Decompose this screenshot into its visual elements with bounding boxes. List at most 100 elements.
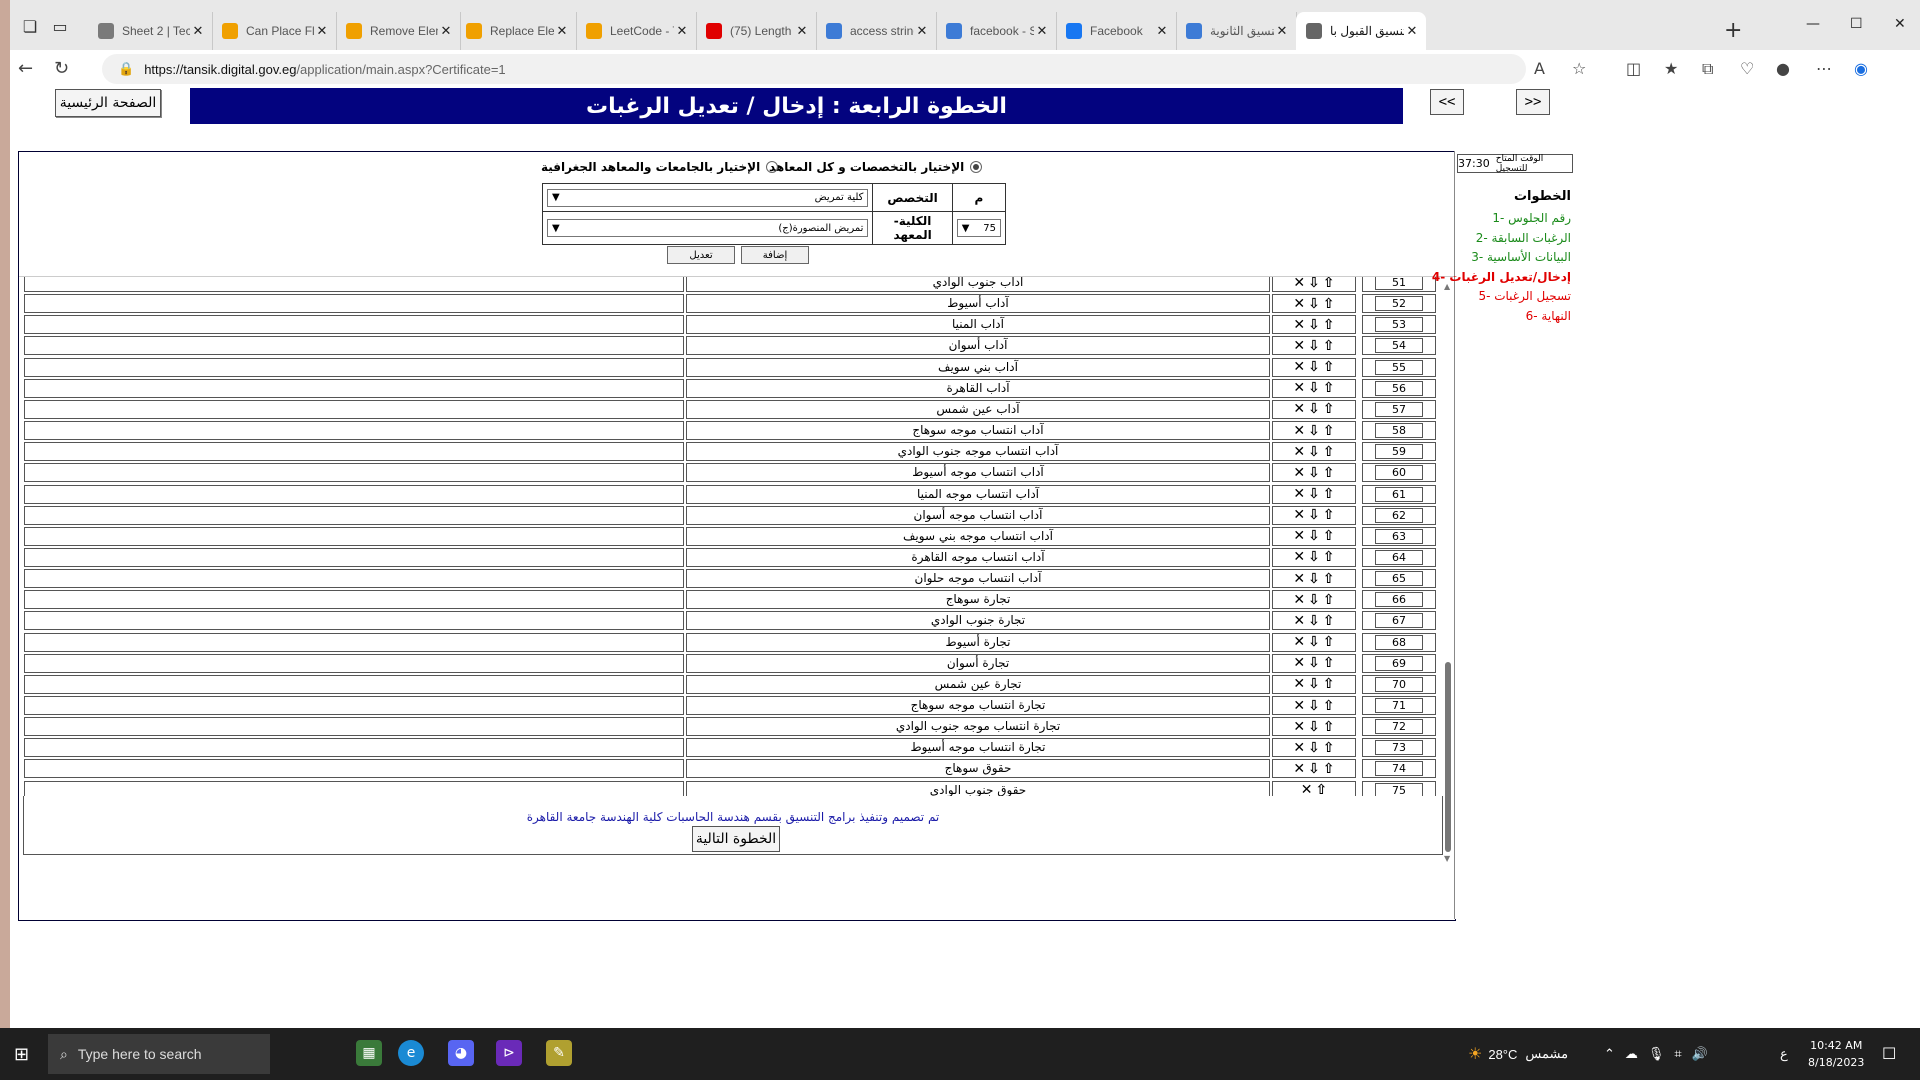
network-icon[interactable]: ⌗ [1674,1046,1681,1062]
chevron-up-icon[interactable]: ⌃ [1604,1046,1615,1062]
tab-close-icon[interactable]: ✕ [674,23,690,39]
move-down-icon[interactable]: ⇩ [1308,444,1320,460]
wish-number[interactable]: 74 [1375,761,1423,777]
move-down-icon[interactable]: ⇩ [1308,465,1320,481]
move-down-icon[interactable]: ⇩ [1308,507,1320,523]
delete-icon[interactable]: ✕ [1293,740,1305,756]
wish-number[interactable]: 53 [1375,317,1423,333]
favorite-star-icon[interactable]: ☆ [1572,59,1586,78]
step-item-2[interactable]: 2- الرغبات السابقة [1476,231,1571,245]
tab-close-icon[interactable]: ✕ [1034,23,1050,39]
app-icon[interactable]: ✎ [546,1040,572,1066]
move-down-icon[interactable]: ⇩ [1308,486,1320,502]
delete-icon[interactable]: ✕ [1293,317,1305,333]
tab-close-icon[interactable]: ✕ [914,23,930,39]
delete-icon[interactable]: ✕ [1293,528,1305,544]
collections-icon[interactable]: ⧉ [1702,59,1713,79]
move-down-icon[interactable]: ⇩ [1308,592,1320,608]
step-item-4[interactable]: 4- إدخال/تعديل الرغبات [1432,270,1571,284]
delete-icon[interactable]: ✕ [1293,507,1305,523]
tab-0[interactable]: Sheet 2 | Tech T✕ [88,12,213,50]
delete-icon[interactable]: ✕ [1293,338,1305,354]
move-up-icon[interactable]: ⇧ [1323,486,1335,502]
move-down-icon[interactable]: ⇩ [1308,359,1320,375]
delete-icon[interactable]: ✕ [1293,465,1305,481]
edit-button[interactable]: تعديل [667,246,735,264]
delete-icon[interactable]: ✕ [1293,676,1305,692]
move-up-icon[interactable]: ⇧ [1323,571,1335,587]
home-button[interactable]: الصفحة الرئيسية [55,89,161,117]
move-up-icon[interactable]: ⇧ [1323,401,1335,417]
radio-specialty-dot[interactable] [970,161,983,173]
tab-close-icon[interactable]: ✕ [794,23,810,39]
wish-number[interactable]: 61 [1375,486,1423,502]
tab-4[interactable]: LeetCode - The✕ [576,12,697,50]
tab-close-icon[interactable]: ✕ [438,23,454,39]
move-up-icon[interactable]: ⇧ [1323,719,1335,735]
move-down-icon[interactable]: ⇩ [1308,317,1320,333]
delete-icon[interactable]: ✕ [1293,634,1305,650]
wish-number[interactable]: 69 [1375,655,1423,671]
tab-7[interactable]: facebook - Sea✕ [936,12,1057,50]
move-down-icon[interactable]: ⇩ [1308,296,1320,312]
wish-number[interactable]: 64 [1375,549,1423,565]
move-down-icon[interactable]: ⇩ [1308,719,1320,735]
discord-icon[interactable]: ◕ [448,1040,474,1066]
move-up-icon[interactable]: ⇧ [1323,676,1335,692]
microphone-icon[interactable]: 🎙 [1648,1046,1665,1062]
number-select[interactable]: ▼ 75 [956,219,1001,237]
wish-number[interactable]: 63 [1375,528,1423,544]
move-down-icon[interactable]: ⇩ [1308,423,1320,439]
profile-avatar-icon[interactable]: ● [1776,59,1790,78]
next-arrow-button[interactable]: >> [1516,89,1550,115]
move-up-icon[interactable]: ⇧ [1323,549,1335,565]
next-step-button[interactable]: الخطوة التالية [692,826,780,852]
move-up-icon[interactable]: ⇧ [1323,761,1335,777]
delete-icon[interactable]: ✕ [1293,296,1305,312]
move-up-icon[interactable]: ⇧ [1323,359,1335,375]
radio-geo-dot[interactable] [766,161,779,173]
delete-icon[interactable]: ✕ [1293,698,1305,714]
wish-number[interactable]: 59 [1375,444,1423,460]
wish-number[interactable]: 68 [1375,634,1423,650]
tab-actions-icon[interactable]: ▭ [46,14,74,38]
delete-icon[interactable]: ✕ [1293,423,1305,439]
move-down-icon[interactable]: ⇩ [1308,571,1320,587]
move-up-icon[interactable]: ⇧ [1323,338,1335,354]
move-up-icon[interactable]: ⇧ [1323,613,1335,629]
workspaces-icon[interactable]: ❏ [16,14,44,38]
tab-close-icon[interactable]: ✕ [314,23,330,39]
cloud-icon[interactable]: ☁ [1625,1046,1638,1062]
favorites-icon[interactable]: ★ [1664,59,1678,78]
delete-icon[interactable]: ✕ [1293,592,1305,608]
tab-close-icon[interactable]: ✕ [1274,23,1290,39]
tab-3[interactable]: Replace Eleme✕ [456,12,577,50]
delete-icon[interactable]: ✕ [1293,719,1305,735]
wish-number[interactable]: 71 [1375,698,1423,713]
delete-icon[interactable]: ✕ [1293,359,1305,375]
copilot-icon[interactable]: ◉ [1854,59,1868,78]
wish-number[interactable]: 55 [1375,359,1423,375]
move-up-icon[interactable]: ⇧ [1323,317,1335,333]
maximize-button[interactable]: ☐ [1850,16,1863,32]
move-up-icon[interactable]: ⇧ [1323,698,1335,714]
tab-close-icon[interactable]: ✕ [190,23,206,39]
wish-number[interactable]: 70 [1375,676,1423,692]
tab-9[interactable]: تنسيق الثانوية ✕ [1176,12,1297,50]
move-up-icon[interactable]: ⇧ [1323,380,1335,396]
delete-icon[interactable]: ✕ [1293,761,1305,777]
refresh-icon[interactable]: ↻ [54,58,69,79]
move-down-icon[interactable]: ⇩ [1308,277,1320,291]
move-down-icon[interactable]: ⇩ [1308,698,1320,714]
radio-specialty[interactable]: الإختيار بالتخصصات و كل المعاهد [769,160,983,174]
move-down-icon[interactable]: ⇩ [1308,380,1320,396]
move-up-icon[interactable]: ⇧ [1323,296,1335,312]
step-item-6[interactable]: 6- النهاية [1526,309,1571,323]
prev-button[interactable]: << [1430,89,1464,115]
browser-essentials-icon[interactable]: ♡ [1740,59,1754,78]
taskbar-search[interactable]: ⌕ Type here to search [48,1034,270,1074]
move-down-icon[interactable]: ⇩ [1308,655,1320,671]
delete-icon[interactable]: ✕ [1293,401,1305,417]
move-up-icon[interactable]: ⇧ [1323,592,1335,608]
wish-number[interactable]: 65 [1375,571,1423,587]
